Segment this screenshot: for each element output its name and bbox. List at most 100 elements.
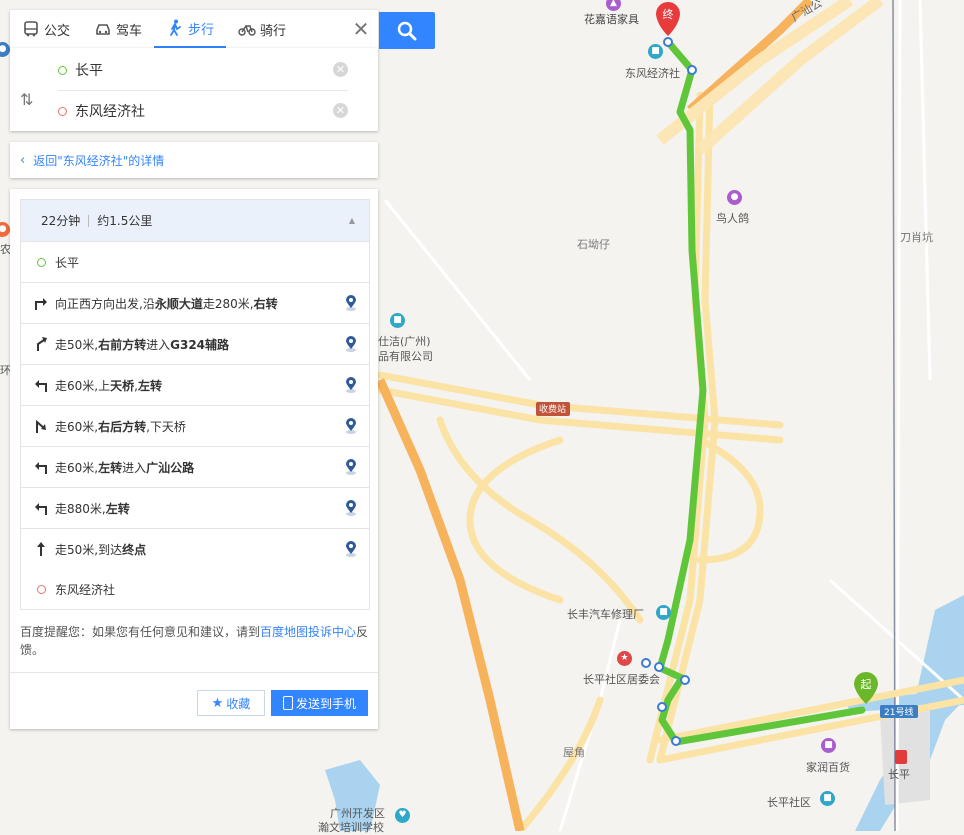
origin-dot-icon [58, 65, 67, 75]
step-text-part: 进入 [146, 337, 171, 352]
route-step[interactable]: 走880米,左转 [21, 488, 369, 529]
step-text: 向正西方向出发,沿永顺大道走280米,右转 [55, 295, 278, 312]
bike-icon [238, 25, 256, 36]
locate-step-icon[interactable] [345, 376, 357, 397]
favorite-label: 收藏 [226, 696, 251, 711]
poi-bird-icon[interactable]: ● [727, 190, 742, 205]
locate-step-icon[interactable] [345, 499, 357, 520]
back-to-details-link[interactable]: ‹ 返回"东风经济社"的详情 [10, 142, 378, 178]
action-bar: ★ 收藏 发送到手机 [10, 672, 378, 730]
step-text-bold: 左转 [137, 378, 162, 393]
step-text-part: 走280米, [202, 296, 254, 311]
tab-bike[interactable]: 骑行 [226, 10, 298, 48]
route-step[interactable]: 走50米,到达终点 [21, 529, 369, 569]
summary-divider [88, 214, 90, 227]
origin-value: 长平 [75, 63, 103, 79]
map-label: 花嘉语家具 [584, 13, 639, 26]
tab-label: 骑行 [260, 23, 287, 39]
clear-origin-icon[interactable]: ✕ [333, 62, 348, 77]
poi-store-icon[interactable]: ■ [821, 738, 836, 753]
step-text-bold: 右前方转 [98, 337, 147, 352]
turn-right-icon [35, 298, 47, 310]
poi-factory-icon[interactable]: ■ [390, 313, 405, 328]
map-label: 长平社区居委会 [583, 673, 660, 686]
bear-right-icon [37, 337, 47, 351]
poi-repair-icon[interactable]: ■ [656, 605, 671, 620]
locate-step-icon[interactable] [345, 458, 357, 479]
step-text-bold: 右转 [253, 296, 278, 311]
map-label: 品有限公司 [378, 350, 433, 363]
step-text-part: 向正西方向出发,沿 [55, 296, 155, 311]
map-label: 仕洁(广州) [378, 335, 431, 348]
swap-icon[interactable]: ⇅ [20, 90, 33, 109]
locate-step-icon[interactable] [345, 540, 357, 561]
complaint-center-link[interactable]: 百度地图投诉中心 [260, 625, 356, 639]
map-label: 石坳仔 [577, 238, 610, 251]
car-icon [96, 24, 110, 35]
end-dot-icon [36, 584, 46, 594]
transport-mode-tabs: 公交 驾车 步行 骑行 ✕ [10, 10, 378, 48]
toll-label: 收费站 [539, 405, 567, 415]
close-icon[interactable]: ✕ [350, 18, 372, 40]
clear-destination-icon[interactable]: ✕ [333, 103, 348, 118]
route-time: 22分钟 [41, 214, 81, 228]
poi-school-icon[interactable]: ♥ [395, 808, 410, 823]
step-text-bold: 右后方转 [98, 419, 147, 434]
step-text-bold: 天桥 [110, 378, 135, 393]
tab-bus[interactable]: 公交 [10, 10, 82, 48]
star-icon: ★ [211, 695, 224, 711]
map-label: 屋角 [563, 746, 585, 759]
poi-village-icon[interactable]: ■ [648, 44, 663, 59]
back-link-label: 返回"东风经济社"的详情 [33, 153, 165, 168]
locate-step-icon[interactable] [345, 417, 357, 438]
start-label: 长平 [55, 255, 80, 270]
map-label: 刀肖坑 [900, 231, 933, 244]
tab-label: 公交 [44, 23, 71, 39]
route-step[interactable]: 向正西方向出发,沿永顺大道走280米,右转 [21, 283, 369, 324]
destination-field[interactable]: 东风经济社 ✕ [58, 91, 348, 131]
tab-car[interactable]: 驾车 [82, 10, 154, 48]
poi-committee-icon[interactable]: ★ [617, 651, 632, 666]
tab-walk[interactable]: 步行 [154, 10, 227, 48]
step-text-bold: 终点 [122, 542, 147, 557]
map-label: 长平社区 [767, 796, 811, 809]
route-step[interactable]: 走60米,左转进入广汕公路 [21, 447, 369, 488]
tab-label: 驾车 [116, 23, 143, 39]
end-label: 东风经济社 [55, 582, 116, 597]
step-text-part: 进入 [122, 460, 147, 475]
favorite-button[interactable]: ★ 收藏 [197, 690, 265, 716]
step-text-bold: 左转 [98, 460, 123, 475]
feedback-note: 百度提醒您：如果您有任何意见和建议，请到百度地图投诉中心反馈。 [20, 623, 370, 659]
step-text-part: 走50米, [55, 337, 99, 352]
step-text-part: 走60米,上 [55, 378, 111, 393]
step-list: 22分钟 约1.5公里 ▲ 长平 向正西方向出发,沿永顺大道走280米,右转 走5… [20, 199, 370, 610]
send-to-phone-button[interactable]: 发送到手机 [271, 690, 368, 716]
origin-field[interactable]: 长平 ✕ [58, 50, 348, 91]
destination-dot-icon [58, 106, 67, 116]
step-text-part: 走50米,到达 [55, 542, 123, 557]
turn-left-icon [35, 503, 47, 515]
map-label: 长平 [888, 768, 910, 781]
route-step[interactable]: 走60米,右后方转,下天桥 [21, 406, 369, 447]
walk-icon [170, 19, 181, 36]
map-label: 瀚文培训学校 [318, 821, 384, 834]
locate-step-icon[interactable] [345, 294, 357, 315]
straight-icon [37, 542, 45, 556]
turn-left-icon [35, 462, 47, 474]
poi-community-icon[interactable]: ■ [820, 791, 835, 806]
route-step[interactable]: 走60米,上天桥,左转 [21, 365, 369, 406]
search-button[interactable] [379, 12, 435, 49]
map-label: 家润百货 [806, 761, 850, 774]
send-label: 发送到手机 [295, 696, 356, 711]
destination-value: 东风经济社 [75, 104, 145, 120]
map-label: 东风经济社 [625, 67, 680, 80]
end-row[interactable]: 东风经济社 [21, 569, 369, 609]
start-row[interactable]: 长平 [21, 242, 369, 283]
collapse-icon[interactable]: ▲ [349, 216, 355, 225]
route-summary[interactable]: 22分钟 约1.5公里 ▲ [21, 200, 369, 242]
start-marker-label: 起 [861, 678, 872, 691]
locate-step-icon[interactable] [345, 335, 357, 356]
step-text-part: 走880米, [55, 501, 106, 516]
route-step[interactable]: 走50米,右前方转进入G324辅路 [21, 324, 369, 365]
note-text: 百度提醒您：如果您有任何意见和建议，请到 [20, 625, 261, 639]
